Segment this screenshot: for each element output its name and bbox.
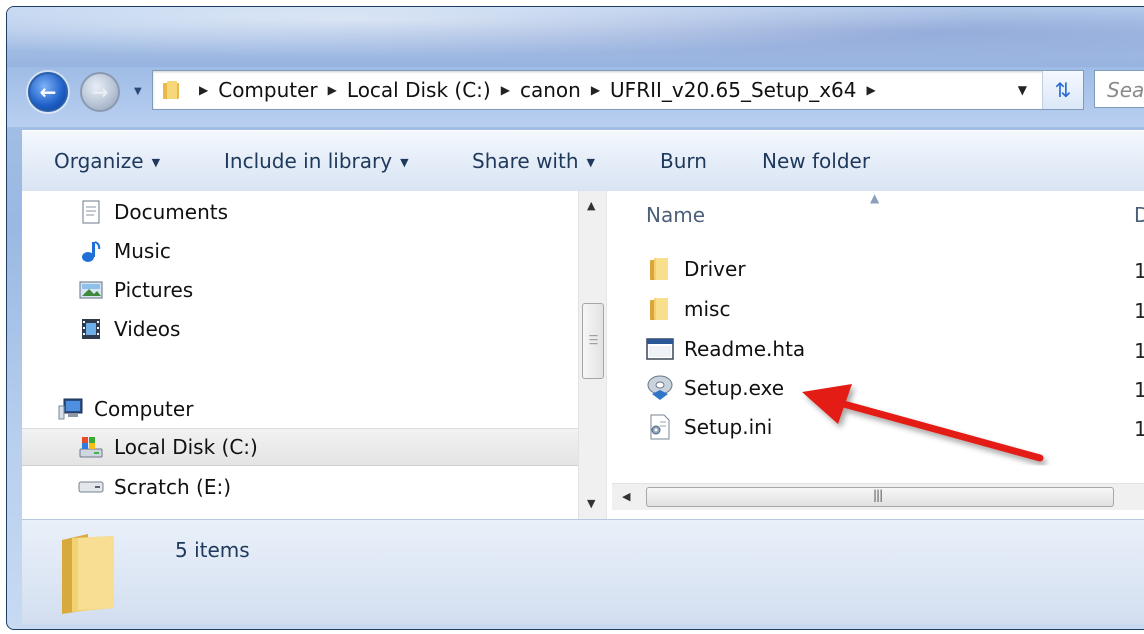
folder-icon <box>646 295 674 323</box>
drive-icon <box>78 474 104 500</box>
file-date: 1 <box>1134 417 1144 441</box>
share-with-button[interactable]: Share with ▼ <box>472 149 595 173</box>
address-bar[interactable]: ▶ Computer ▶ Local Disk (C:) ▶ canon ▶ U… <box>152 70 1084 110</box>
chevron-right-icon[interactable]: ▶ <box>199 83 208 97</box>
breadcrumb-computer[interactable]: Computer <box>218 78 317 102</box>
item-count: 5 items <box>175 538 250 562</box>
file-list-horizontal-scrollbar[interactable]: ◀ ||| <box>612 483 1144 510</box>
folder-icon <box>163 81 179 99</box>
forward-arrow-icon: → <box>91 80 109 104</box>
include-in-library-label: Include in library <box>224 149 393 173</box>
nav-item-documents[interactable]: Documents <box>22 193 578 231</box>
breadcrumb-canon[interactable]: canon <box>520 78 581 102</box>
chevron-right-icon[interactable]: ▶ <box>866 83 875 97</box>
chevron-down-icon: ▼ <box>400 156 409 169</box>
refresh-button[interactable]: ⇅ <box>1042 71 1083 109</box>
back-button[interactable]: ← <box>28 72 68 112</box>
command-bar: Organize ▼ Include in library ▼ Share with… <box>22 130 1144 192</box>
nav-item-pictures[interactable]: Pictures <box>22 271 578 309</box>
nav-item-music[interactable]: Music <box>22 232 578 270</box>
chevron-down-icon: ▼ <box>586 156 595 169</box>
documents-icon <box>78 199 104 225</box>
scroll-up-icon[interactable]: ▲ <box>587 199 595 212</box>
nav-item-partial <box>22 509 578 519</box>
chevron-right-icon[interactable]: ▶ <box>328 83 337 97</box>
include-in-library-button[interactable]: Include in library ▼ <box>224 149 409 173</box>
chevron-right-icon[interactable]: ▶ <box>501 83 510 97</box>
refresh-icon: ⇅ <box>1054 78 1072 102</box>
local-disk-icon <box>78 434 104 460</box>
file-row-setup-exe[interactable]: Setup.exe <box>646 370 784 406</box>
column-header-date[interactable]: D <box>1134 203 1144 227</box>
hta-file-icon <box>646 335 674 363</box>
organize-label: Organize <box>54 149 144 173</box>
scrollbar-thumb[interactable]: — — — <box>582 303 604 379</box>
file-row-misc[interactable]: misc <box>646 291 730 327</box>
grip-icon: — — — <box>589 331 598 349</box>
file-name: Readme.hta <box>684 337 806 361</box>
forward-button[interactable]: → <box>80 72 120 112</box>
scroll-left-icon[interactable]: ◀ <box>622 490 630 503</box>
new-folder-button[interactable]: New folder <box>762 149 870 173</box>
file-date: 1 <box>1134 259 1144 283</box>
videos-icon <box>78 316 104 342</box>
grip-icon: ||| <box>873 488 883 502</box>
computer-icon <box>58 396 84 422</box>
folder-icon <box>646 255 674 283</box>
nav-item-scratch[interactable]: Scratch (E:) <box>22 468 578 506</box>
nav-item-label: Pictures <box>114 278 194 302</box>
scroll-down-icon[interactable]: ▼ <box>587 497 595 510</box>
nav-item-label: Documents <box>114 200 229 224</box>
breadcrumb-setup-folder[interactable]: UFRII_v20.65_Setup_x64 <box>610 78 856 102</box>
file-row-readme[interactable]: Readme.hta <box>646 331 805 367</box>
file-date: 1 <box>1134 378 1144 402</box>
title-bar <box>7 7 1144 67</box>
file-date: 1 <box>1134 299 1144 323</box>
address-history-dropdown[interactable]: ▼ <box>1018 83 1027 97</box>
share-with-label: Share with <box>472 149 579 173</box>
nav-item-local-disk[interactable]: Local Disk (C:) <box>22 428 578 466</box>
sort-ascending-icon: ▲ <box>870 191 880 205</box>
nav-item-label: Computer <box>94 397 194 421</box>
file-row-driver[interactable]: Driver <box>646 251 746 287</box>
column-header-name[interactable]: Name <box>646 203 705 227</box>
main-content: Documents Music Pictures Videos Computer <box>22 191 1144 519</box>
back-arrow-icon: ← <box>39 80 57 104</box>
setup-exe-icon <box>646 374 674 402</box>
nav-item-computer[interactable]: Computer <box>22 390 578 428</box>
folder-icon <box>62 534 114 614</box>
nav-item-label: Scratch (E:) <box>114 475 232 499</box>
nav-item-label: Videos <box>114 317 181 341</box>
chevron-right-icon[interactable]: ▶ <box>591 83 600 97</box>
music-icon <box>78 238 104 264</box>
recent-pages-dropdown[interactable]: ▼ <box>134 86 142 97</box>
details-pane: 5 items <box>22 519 1144 624</box>
file-date: 1 <box>1134 339 1144 363</box>
chevron-down-icon: ▼ <box>151 156 161 169</box>
nav-pane-scrollbar[interactable]: ▲ — — — ▼ <box>578 191 607 519</box>
file-name: Driver <box>684 257 746 281</box>
file-name: Setup.exe <box>684 376 785 400</box>
pictures-icon <box>78 277 104 303</box>
organize-button[interactable]: Organize ▼ <box>54 149 160 173</box>
breadcrumb-local-disk[interactable]: Local Disk (C:) <box>347 78 491 102</box>
burn-button[interactable]: Burn <box>660 149 707 173</box>
nav-item-videos[interactable]: Videos <box>22 310 578 348</box>
ini-file-icon <box>646 413 674 441</box>
file-row-setup-ini[interactable]: Setup.ini <box>646 409 772 445</box>
scrollbar-thumb[interactable]: ||| <box>646 487 1114 507</box>
search-input[interactable]: Sea <box>1094 70 1144 108</box>
breadcrumb: ▶ Computer ▶ Local Disk (C:) ▶ canon ▶ U… <box>189 78 886 102</box>
file-name: misc <box>684 297 731 321</box>
navigation-pane: Documents Music Pictures Videos Computer <box>22 191 578 519</box>
file-name: Setup.ini <box>684 415 773 439</box>
file-list: ▲ Name D Driver 1 misc 1 Readme.hta 1 Se… <box>612 191 1144 519</box>
nav-item-label: Local Disk (C:) <box>114 435 258 459</box>
nav-item-label: Music <box>114 239 171 263</box>
